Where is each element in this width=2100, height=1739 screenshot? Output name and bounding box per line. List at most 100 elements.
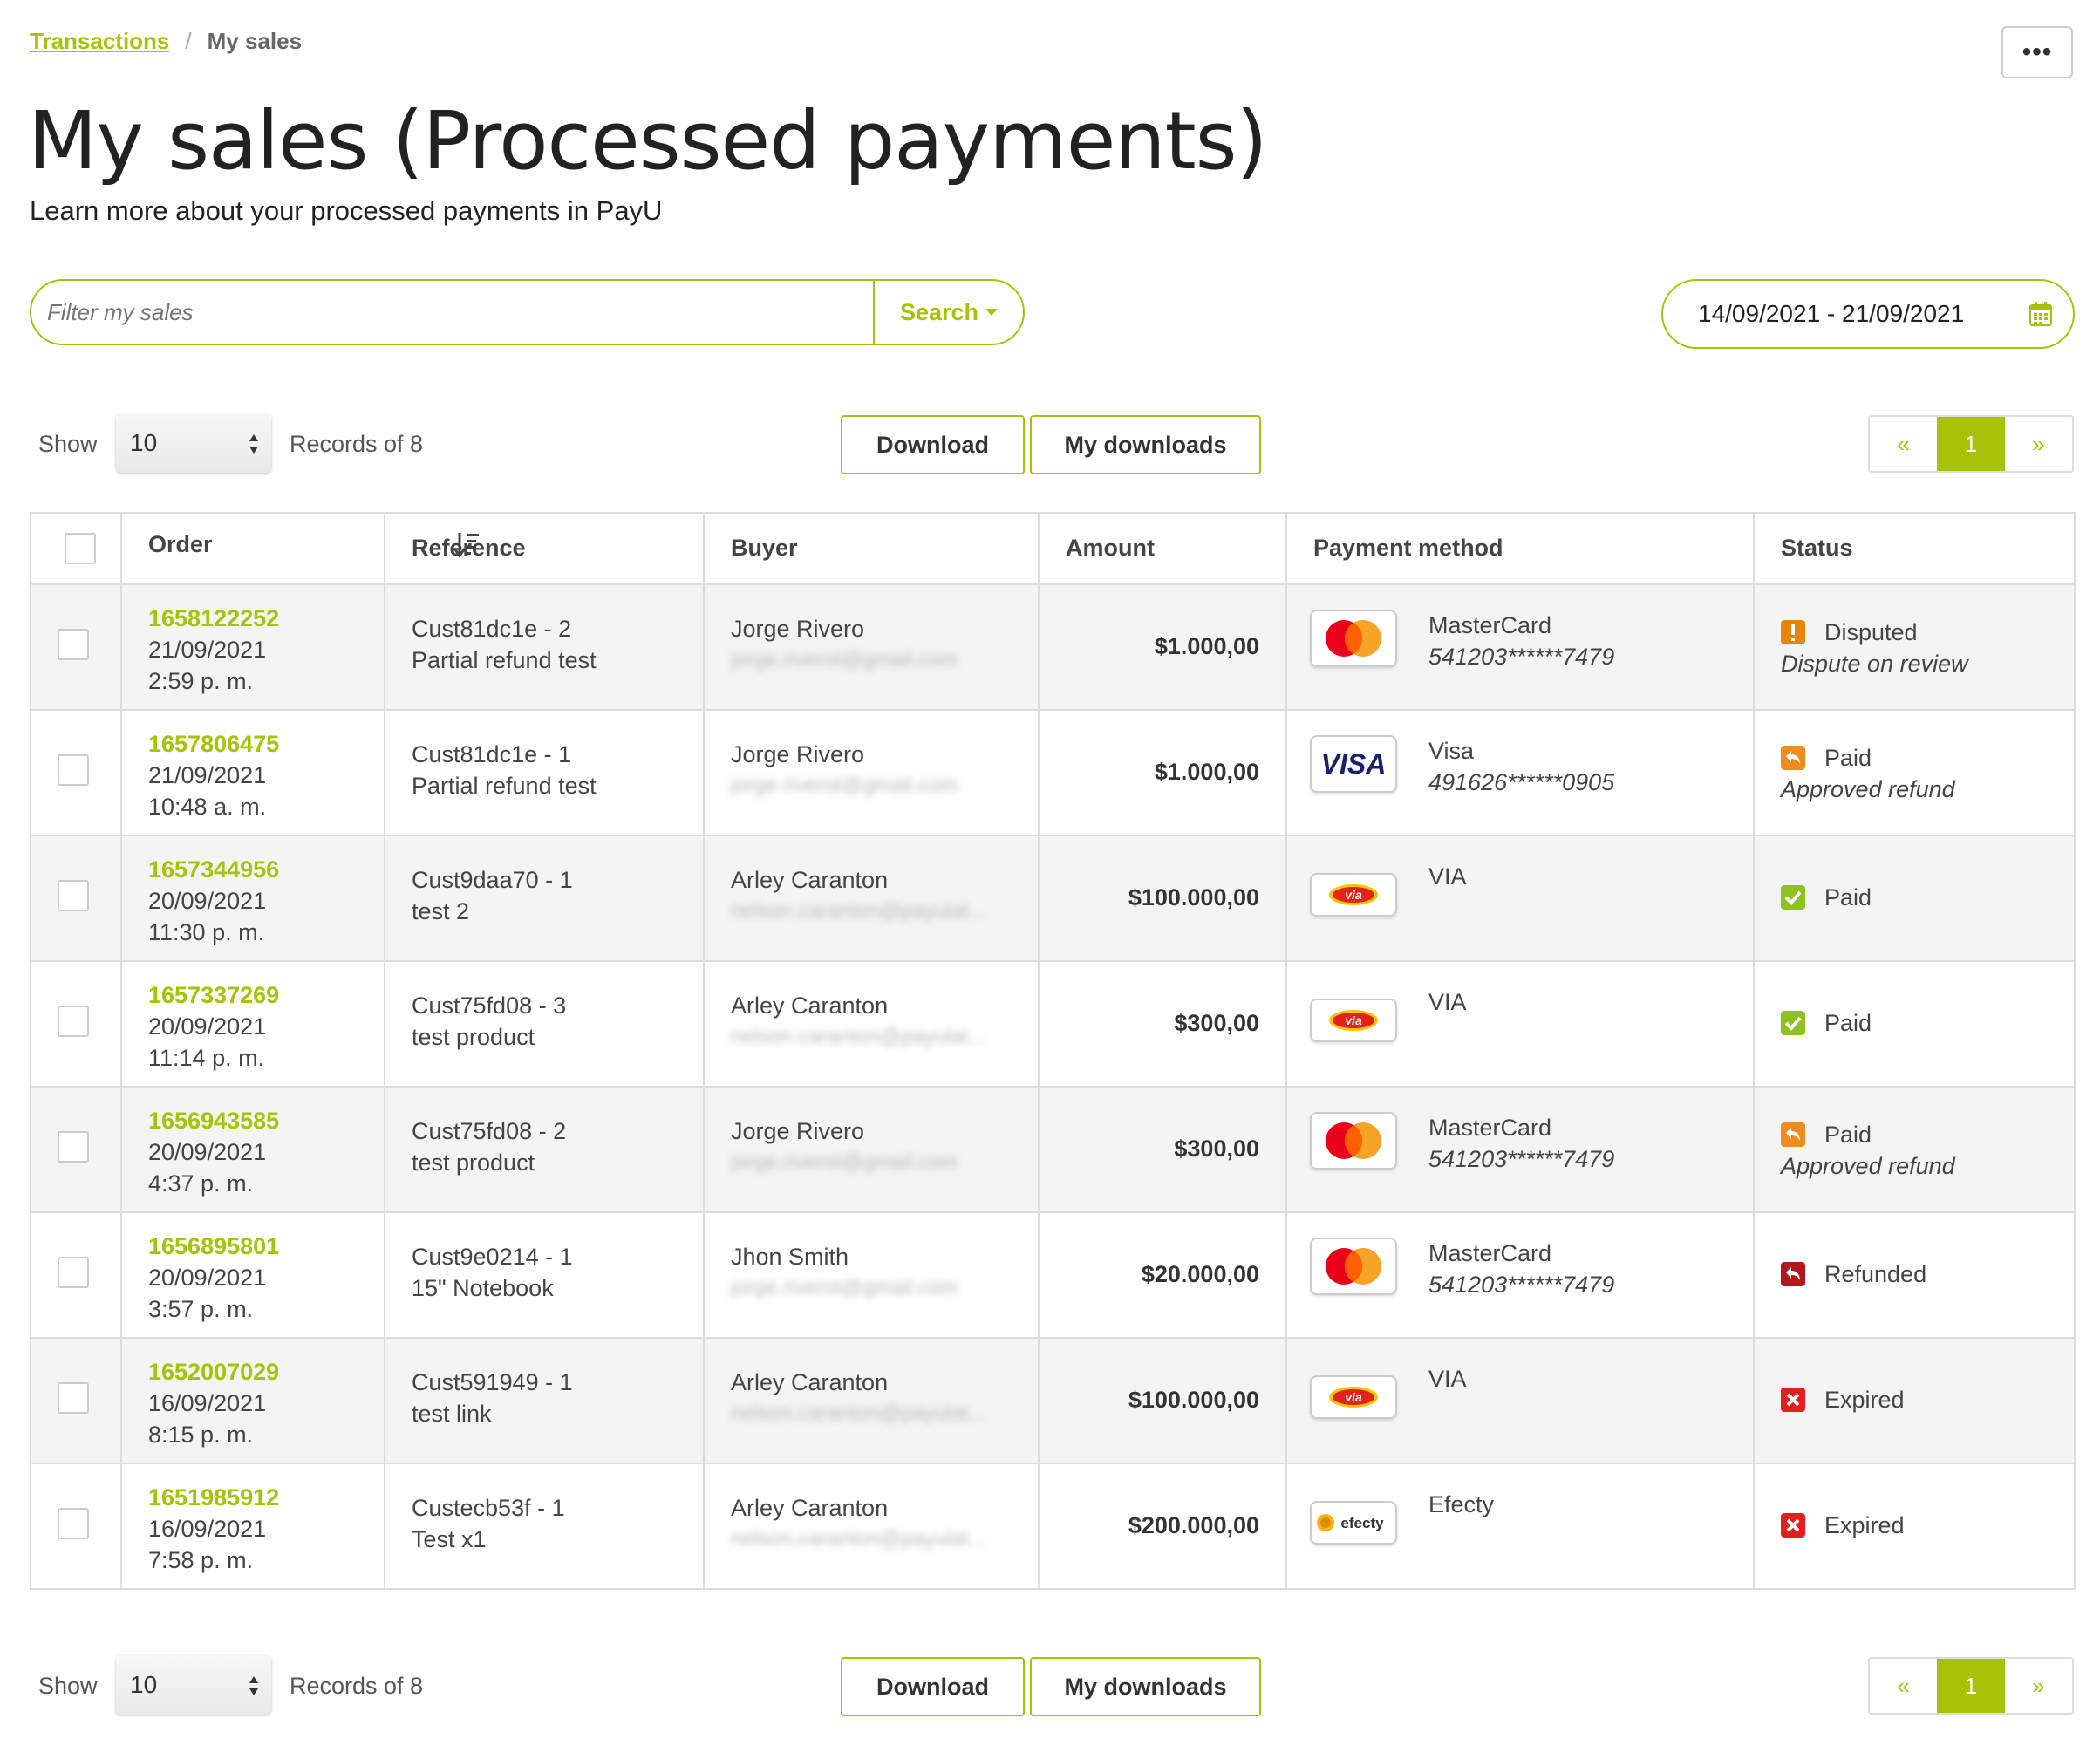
order-id-link[interactable]: 1652007029 <box>148 1356 384 1388</box>
order-time: 8:15 p. m. <box>148 1422 254 1448</box>
buyer-cell: Jorge Rivero jorge.riverot@gmail.com <box>703 709 1040 836</box>
row-checkbox[interactable] <box>58 1131 89 1163</box>
payment-method-name: MasterCard <box>1428 1115 1552 1141</box>
page-size-select[interactable]: 10 <box>116 413 271 473</box>
buyer-name: Arley Caranton <box>731 867 889 893</box>
mastercard-logo <box>1310 610 1397 667</box>
status-label: Disputed <box>1824 619 1918 645</box>
filter-sales-input[interactable] <box>31 281 873 344</box>
my-downloads-button-bottom[interactable]: My downloads <box>1030 1657 1261 1716</box>
svg-text:via: via <box>1345 1390 1362 1404</box>
amount-cell: $1.000,00 <box>1038 709 1287 836</box>
payment-method-cell: MasterCard 541203******7479 <box>1285 1086 1755 1213</box>
svg-text:via: via <box>1345 1013 1362 1027</box>
search-button-label: Search <box>899 298 979 325</box>
pager-page-1[interactable]: 1 <box>1937 417 2005 471</box>
status-detail: Approved refund <box>1781 776 1955 802</box>
column-order[interactable]: Order <box>120 512 479 585</box>
svg-text:VISA: VISA <box>1321 748 1387 780</box>
buyer-email: nelson.caranton@payulat... <box>731 899 986 923</box>
table-row[interactable]: 1651985912 16/09/2021 7:58 p. m. Custecb53f… <box>30 1463 2076 1590</box>
order-id-link[interactable]: 1656895801 <box>148 1231 384 1262</box>
reference-description: Test x1 <box>412 1526 487 1552</box>
payment-method-name: MasterCard <box>1428 1240 1552 1266</box>
pager-next-button[interactable]: » <box>2004 417 2072 471</box>
table-row[interactable]: 1657337269 20/09/2021 11:14 p. m. Cust75fd0… <box>30 960 2076 1088</box>
my-downloads-button[interactable]: My downloads <box>1030 415 1261 474</box>
payment-method-cell: via VIA <box>1285 835 1755 962</box>
table-row[interactable]: 1657806475 21/09/2021 10:48 a. m. Cust81dc1… <box>30 709 2076 836</box>
status-cell: Expired <box>1753 1463 2076 1590</box>
reference-code: Cust81dc1e - 1 <box>412 741 572 767</box>
row-checkbox[interactable] <box>58 1382 89 1414</box>
order-id-link[interactable]: 1656943585 <box>148 1105 384 1136</box>
refund-icon <box>1781 1122 1805 1147</box>
reference-code: Cust75fd08 - 2 <box>412 1118 567 1144</box>
column-reference: Reference <box>384 512 705 585</box>
order-date: 21/09/2021 <box>148 637 267 663</box>
status-label: Paid <box>1824 884 1872 910</box>
pager-prev-button-bottom[interactable]: « <box>1870 1659 1938 1713</box>
select-updown-icon <box>249 434 258 454</box>
svg-text:efecty: efecty <box>1340 1515 1384 1531</box>
pagination: « 1 » <box>1868 415 2074 473</box>
download-button[interactable]: Download <box>841 415 1025 474</box>
payment-method-cell: MasterCard 541203******7479 <box>1285 1211 1755 1339</box>
amount-cell: $20.000,00 <box>1038 1211 1287 1339</box>
order-id-link[interactable]: 1657337269 <box>148 979 384 1011</box>
date-range-picker[interactable]: 14/09/2021 - 21/09/2021 <box>1661 279 2075 349</box>
reference-cell: Cust75fd08 - 2 test product <box>384 1086 705 1213</box>
page-size-select-bottom[interactable]: 10 <box>116 1655 271 1715</box>
status-label: Paid <box>1824 745 1872 771</box>
sort-desc-icon[interactable] <box>453 531 480 559</box>
table-row[interactable]: 1656943585 20/09/2021 4:37 p. m. Cust75fd08… <box>30 1086 2076 1213</box>
breadcrumb-transactions-link[interactable]: Transactions <box>30 28 169 55</box>
table-row[interactable]: 1656895801 20/09/2021 3:57 p. m. Cust9e0214… <box>30 1211 2076 1339</box>
amount-cell: $300,00 <box>1038 1086 1287 1213</box>
pager-page-1-bottom[interactable]: 1 <box>1937 1659 2005 1713</box>
order-id-link[interactable]: 1651985912 <box>148 1482 384 1513</box>
payment-method-name: VIA <box>1428 1366 1467 1392</box>
download-button-bottom[interactable]: Download <box>841 1657 1025 1716</box>
payment-method-cell: efecty Efecty <box>1285 1463 1755 1590</box>
buyer-email: jorge.riverot@gmail.com <box>731 1150 958 1174</box>
card-number: 541203******7479 <box>1428 1146 1615 1172</box>
reference-cell: Custecb53f - 1 Test x1 <box>384 1463 705 1590</box>
via-logo: via <box>1310 873 1397 917</box>
row-checkbox[interactable] <box>58 880 89 911</box>
status-cell: Paid Approved refund <box>1753 1086 2076 1213</box>
row-checkbox[interactable] <box>58 1508 89 1539</box>
row-checkbox-cell <box>30 1463 122 1590</box>
refunded-icon <box>1781 1262 1805 1286</box>
pager-next-button-bottom[interactable]: » <box>2004 1659 2072 1713</box>
search-dropdown-button[interactable]: Search <box>873 281 1023 344</box>
row-checkbox[interactable] <box>58 629 89 660</box>
row-checkbox-cell <box>30 583 122 711</box>
reference-cell: Cust9e0214 - 1 15" Notebook <box>384 1211 705 1339</box>
reference-code: Cust9e0214 - 1 <box>412 1244 573 1270</box>
table-row[interactable]: 1658122252 21/09/2021 2:59 p. m. Cust81dc1e… <box>30 583 2076 711</box>
filter-search-box: Search <box>30 279 1025 345</box>
order-id-link[interactable]: 1657806475 <box>148 728 384 760</box>
more-options-button[interactable]: ••• <box>2001 26 2073 78</box>
order-date: 16/09/2021 <box>148 1390 267 1416</box>
buyer-cell: Arley Caranton nelson.caranton@payulat... <box>703 835 1040 962</box>
pager-prev-button[interactable]: « <box>1870 417 1938 471</box>
row-checkbox[interactable] <box>58 754 89 786</box>
row-checkbox[interactable] <box>58 1006 89 1037</box>
row-checkbox[interactable] <box>58 1257 89 1288</box>
reference-code: Custecb53f - 1 <box>412 1495 565 1521</box>
reference-code: Cust75fd08 - 3 <box>412 992 567 1019</box>
order-id-link[interactable]: 1658122252 <box>148 603 384 634</box>
order-date: 21/09/2021 <box>148 762 267 788</box>
bottom-toolbar: Show 10 Records of 8 Download My downloa… <box>0 1655 2100 1716</box>
order-id-link[interactable]: 1657344956 <box>148 854 384 885</box>
reference-cell: Cust75fd08 - 3 test product <box>384 960 705 1088</box>
table-row[interactable]: 1657344956 20/09/2021 11:30 p. m. Cust9daa7… <box>30 835 2076 962</box>
order-time: 7:58 p. m. <box>148 1547 254 1573</box>
select-all-checkbox[interactable] <box>65 533 96 564</box>
table-row[interactable]: 1652007029 16/09/2021 8:15 p. m. Cust591949… <box>30 1337 2076 1464</box>
expired-icon <box>1781 1388 1805 1412</box>
column-amount: Amount <box>1038 512 1287 585</box>
order-date: 20/09/2021 <box>148 1013 267 1040</box>
